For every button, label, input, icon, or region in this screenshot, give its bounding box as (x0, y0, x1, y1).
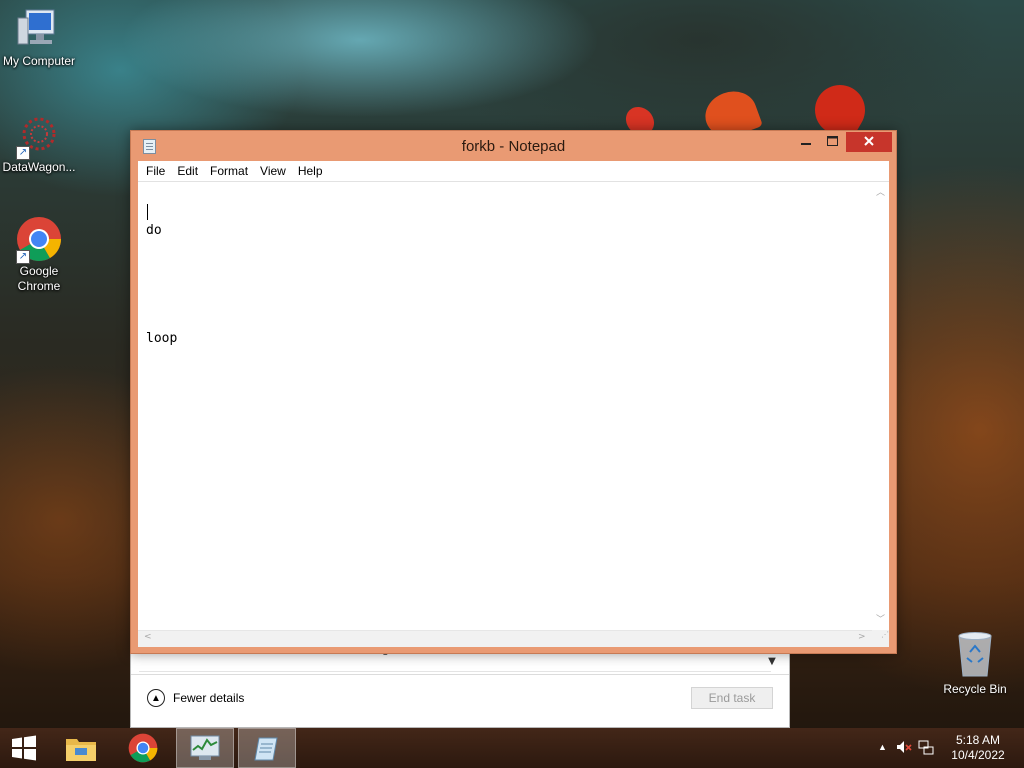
taskbar-notepad[interactable] (238, 728, 296, 768)
menu-format[interactable]: Format (204, 161, 254, 181)
notepad-window: forkb - Notepad File Edit Format View He… (130, 130, 897, 654)
editor-line: loop (146, 331, 178, 346)
desktop-icon-label: My Computer (2, 54, 76, 68)
minimize-icon (801, 143, 811, 145)
chrome-icon: ↗ (16, 216, 62, 264)
scroll-right-icon[interactable]: > (858, 632, 866, 642)
network-icon[interactable] (918, 739, 934, 758)
text-caret (147, 204, 148, 220)
desktop-icon-label: Recycle Bin (943, 682, 1007, 696)
taskbar-chrome[interactable] (114, 728, 172, 768)
windows-logo-icon (12, 735, 36, 761)
scroll-up-icon[interactable]: ︿ (872, 185, 889, 198)
menu-help[interactable]: Help (292, 161, 329, 181)
vertical-scrollbar[interactable]: ︿ ﹀ (872, 182, 889, 630)
shortcut-arrow-icon: ↗ (16, 250, 30, 264)
desktop-icon-recycle-bin[interactable]: Recycle Bin (938, 630, 1012, 696)
show-hidden-icons-icon[interactable]: ▲ (878, 742, 887, 752)
chevron-up-icon: ▲ (147, 689, 165, 707)
datawagon-icon: ↗ (16, 114, 62, 160)
desktop-icon-google-chrome[interactable]: ↗ Google Chrome (0, 216, 78, 294)
task-manager-footer: ▲ Fewer details End task (131, 674, 789, 726)
taskbar-task-manager[interactable] (176, 728, 234, 768)
close-icon (864, 136, 874, 146)
minimize-button[interactable] (793, 132, 819, 152)
title-bar[interactable]: forkb - Notepad (131, 131, 896, 161)
desktop-icon-datawagon[interactable]: ↗ DataWagon... (0, 114, 78, 175)
end-task-button[interactable]: End task (691, 687, 773, 709)
computer-icon (16, 8, 62, 52)
fewer-details-label: Fewer details (173, 691, 245, 705)
scroll-left-icon[interactable]: < (144, 632, 152, 642)
taskbar-file-explorer[interactable] (52, 728, 110, 768)
recycle-bin-icon (955, 630, 995, 678)
close-button[interactable] (846, 132, 892, 152)
notepad-icon (254, 737, 278, 761)
maximize-button[interactable] (819, 132, 845, 152)
desktop-icon-label: DataWagon... (2, 160, 76, 174)
menu-edit[interactable]: Edit (171, 161, 204, 181)
chrome-icon (128, 733, 158, 763)
clock-date: 10/4/2022 (951, 748, 1005, 762)
system-tray: ▲ 5:18 AM 10/4/2022 (864, 728, 1024, 768)
menu-file[interactable]: File (140, 161, 171, 181)
task-manager-icon (190, 735, 220, 760)
desktop-icon-label: Google Chrome (17, 264, 61, 293)
text-editor-area[interactable]: do loop ︿ ﹀ < > ⋰ (138, 182, 889, 647)
editor-content: do loop (146, 186, 193, 384)
volume-muted-icon[interactable] (896, 739, 912, 758)
folder-icon (66, 739, 96, 761)
taskbar: ▲ 5:18 AM 10/4/2022 (0, 728, 1024, 768)
chevron-down-icon[interactable]: ▼ (765, 656, 779, 670)
desktop-icon-my-computer[interactable]: My Computer (0, 8, 78, 69)
menu-bar: File Edit Format View Help (138, 161, 889, 182)
resize-grip-icon[interactable]: ⋰ (872, 630, 889, 647)
fewer-details-button[interactable]: ▲ Fewer details (147, 689, 244, 707)
start-button[interactable] (0, 728, 48, 768)
scroll-down-icon[interactable]: ﹀ (872, 612, 889, 625)
clock[interactable]: 5:18 AM 10/4/2022 (948, 733, 1008, 763)
task-manager-window: WmiPrvSE.exe 3236 Running SYSTEM 00 1,28… (130, 648, 790, 728)
shortcut-arrow-icon: ↗ (16, 146, 30, 160)
editor-line: do (146, 223, 162, 238)
maximize-icon (826, 136, 838, 146)
clock-time: 5:18 AM (955, 733, 1001, 747)
window-title: forkb - Notepad (461, 138, 566, 155)
menu-view[interactable]: View (254, 161, 292, 181)
horizontal-scrollbar[interactable]: < > (138, 630, 872, 647)
